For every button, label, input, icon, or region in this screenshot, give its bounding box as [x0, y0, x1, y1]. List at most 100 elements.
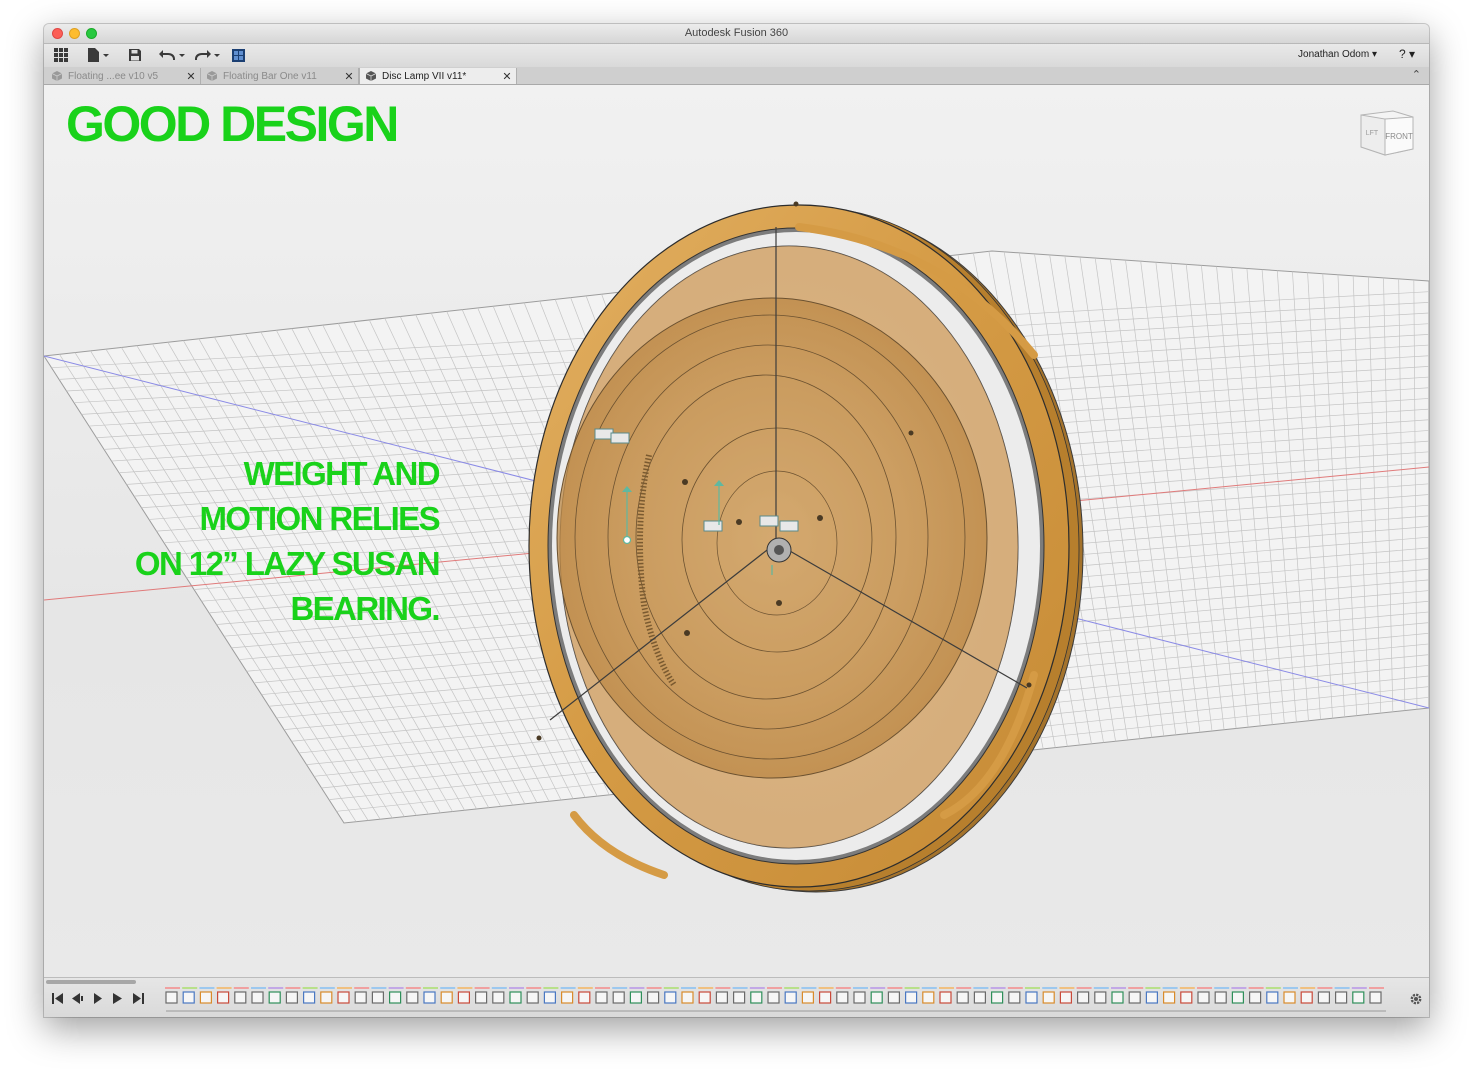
close-tab-icon[interactable]: ✕ [500, 70, 514, 83]
timeline-feature-icon[interactable] [509, 991, 522, 1004]
timeline-feature-icon[interactable] [182, 991, 195, 1004]
timeline-feature-icon[interactable] [1334, 991, 1348, 1004]
go-to-start-icon[interactable] [52, 992, 64, 1004]
timeline-feature-icon[interactable] [389, 991, 402, 1004]
timeline-feature-icon[interactable] [612, 991, 625, 1004]
timeline-feature-icon[interactable] [354, 991, 367, 1004]
timeline-feature-icon[interactable] [1162, 991, 1176, 1004]
timeline-feature-icon[interactable] [801, 991, 815, 1004]
timeline-features-track[interactable] [160, 986, 1390, 1014]
timeline-feature-icon[interactable] [1248, 991, 1262, 1004]
timeline-feature-icon[interactable] [836, 991, 849, 1004]
timeline-feature-icon[interactable] [251, 991, 264, 1004]
timeline-feature-icon[interactable] [956, 991, 969, 1004]
timeline-feature-icon[interactable] [406, 991, 419, 1004]
timeline-feature-icon[interactable] [629, 991, 642, 1004]
close-tab-icon[interactable]: ✕ [342, 70, 356, 83]
timeline-feature-icon[interactable] [543, 991, 556, 1004]
timeline-feature-icon[interactable] [1042, 991, 1055, 1004]
timeline-feature-icon[interactable] [303, 991, 316, 1004]
timeline-feature-icon[interactable] [1128, 991, 1141, 1004]
timeline-feature-icon[interactable] [1076, 991, 1090, 1004]
timeline-feature-icon[interactable] [268, 991, 281, 1004]
viewcube-front-label[interactable]: FRONT [1385, 132, 1413, 141]
timeline-feature-icon[interactable] [681, 991, 694, 1004]
timeline-feature-icon[interactable] [1266, 991, 1279, 1004]
timeline-feature-icon[interactable] [664, 991, 677, 1004]
timeline-feature-icon[interactable] [440, 991, 453, 1004]
timeline-feature-icon[interactable] [371, 991, 384, 1004]
timeline-feature-icon[interactable] [750, 991, 763, 1004]
timeline-feature-icon[interactable] [853, 991, 866, 1004]
timeline-feature-icon[interactable] [784, 991, 797, 1004]
timeline-feature-icon[interactable] [423, 991, 436, 1004]
timeline-feature-icon[interactable] [1283, 991, 1296, 1004]
timeline-feature-icon[interactable] [904, 991, 918, 1004]
timeline-feature-icon[interactable] [1369, 991, 1382, 1004]
step-forward-icon[interactable] [112, 992, 124, 1004]
play-icon[interactable] [92, 992, 104, 1004]
timeline-feature-icon[interactable] [1300, 991, 1313, 1004]
view-cube[interactable]: FRONT LFT [1355, 103, 1417, 161]
timeline-feature-icon[interactable] [320, 991, 333, 1004]
timeline-feature-icon[interactable] [818, 991, 832, 1004]
close-tab-icon[interactable]: ✕ [184, 70, 198, 83]
data-panel-button[interactable] [230, 46, 246, 64]
document-tab-3-active[interactable]: Disc Lamp VII v11* ✕ [359, 68, 517, 84]
timeline-feature-icon[interactable] [715, 991, 729, 1004]
timeline-feature-icon[interactable] [1145, 991, 1159, 1004]
timeline-feature-icon[interactable] [1094, 991, 1107, 1004]
timeline-feature-icon[interactable] [457, 991, 470, 1004]
timeline-feature-icon[interactable] [1180, 991, 1193, 1004]
step-back-icon[interactable] [72, 992, 84, 1004]
timeline-feature-icon[interactable] [595, 991, 608, 1004]
file-menu-button[interactable] [84, 46, 112, 64]
timeline-feature-icon[interactable] [492, 991, 505, 1004]
timeline-feature-icon[interactable] [475, 991, 488, 1004]
app-grid-icon[interactable] [52, 46, 70, 64]
timeline-feature-icon[interactable] [973, 991, 987, 1004]
save-button[interactable] [126, 46, 144, 64]
disc-lamp-model[interactable] [528, 201, 1084, 893]
user-account-menu[interactable]: Jonathan Odom ▾ [1298, 49, 1377, 60]
timeline-feature-icon[interactable] [767, 991, 780, 1004]
timeline-feature-icon[interactable] [1352, 991, 1365, 1004]
timeline-feature-icon[interactable] [234, 991, 247, 1004]
document-tab-2[interactable]: Floating Bar One v11 ✕ [201, 68, 359, 84]
timeline-feature-icon[interactable] [1025, 991, 1038, 1004]
timeline-feature-icon[interactable] [887, 991, 901, 1004]
undo-button[interactable] [157, 46, 187, 64]
timeline-feature-icon[interactable] [199, 991, 213, 1004]
timeline-feature-icon[interactable] [990, 991, 1004, 1004]
timeline-feature-icon[interactable] [165, 991, 178, 1004]
timeline-feature-icon[interactable] [1197, 991, 1210, 1004]
viewcube-left-label[interactable]: LFT [1366, 130, 1379, 137]
timeline-feature-icon[interactable] [1008, 991, 1021, 1004]
timeline-feature-icon[interactable] [1317, 991, 1331, 1004]
timeline-feature-icon[interactable] [578, 991, 591, 1004]
timeline-scrollbar[interactable] [46, 980, 136, 984]
timeline-feature-icon[interactable] [1214, 991, 1227, 1004]
timeline-feature-icon[interactable] [870, 991, 883, 1004]
timeline-feature-icon[interactable] [216, 991, 230, 1004]
help-menu[interactable]: ? ▾ [1399, 47, 1415, 61]
document-tab-1[interactable]: Floating ...ee v10 v5 ✕ [46, 68, 201, 84]
3d-viewport[interactable]: GOOD DESIGN WEIGHT AND MOTION RELIES ON … [44, 85, 1429, 977]
timeline-feature-icon[interactable] [337, 991, 350, 1004]
redo-button[interactable] [192, 46, 222, 64]
collapse-tabs-icon[interactable]: ⌃ [1412, 68, 1421, 81]
timeline-feature-icon[interactable] [922, 991, 935, 1004]
go-to-end-icon[interactable] [132, 992, 144, 1004]
settings-gear-icon[interactable] [1409, 992, 1423, 1006]
timeline-feature-icon[interactable] [285, 991, 299, 1004]
timeline-feature-icon[interactable] [1231, 991, 1245, 1004]
timeline-feature-icon[interactable] [526, 991, 539, 1004]
timeline-group-band [1076, 987, 1092, 989]
timeline-feature-icon[interactable] [698, 991, 711, 1004]
timeline-feature-icon[interactable] [1111, 991, 1124, 1004]
timeline-feature-icon[interactable] [1059, 991, 1073, 1004]
timeline-feature-icon[interactable] [561, 991, 574, 1004]
timeline-feature-icon[interactable] [647, 991, 660, 1004]
timeline-feature-icon[interactable] [939, 991, 952, 1004]
timeline-feature-icon[interactable] [732, 991, 746, 1004]
